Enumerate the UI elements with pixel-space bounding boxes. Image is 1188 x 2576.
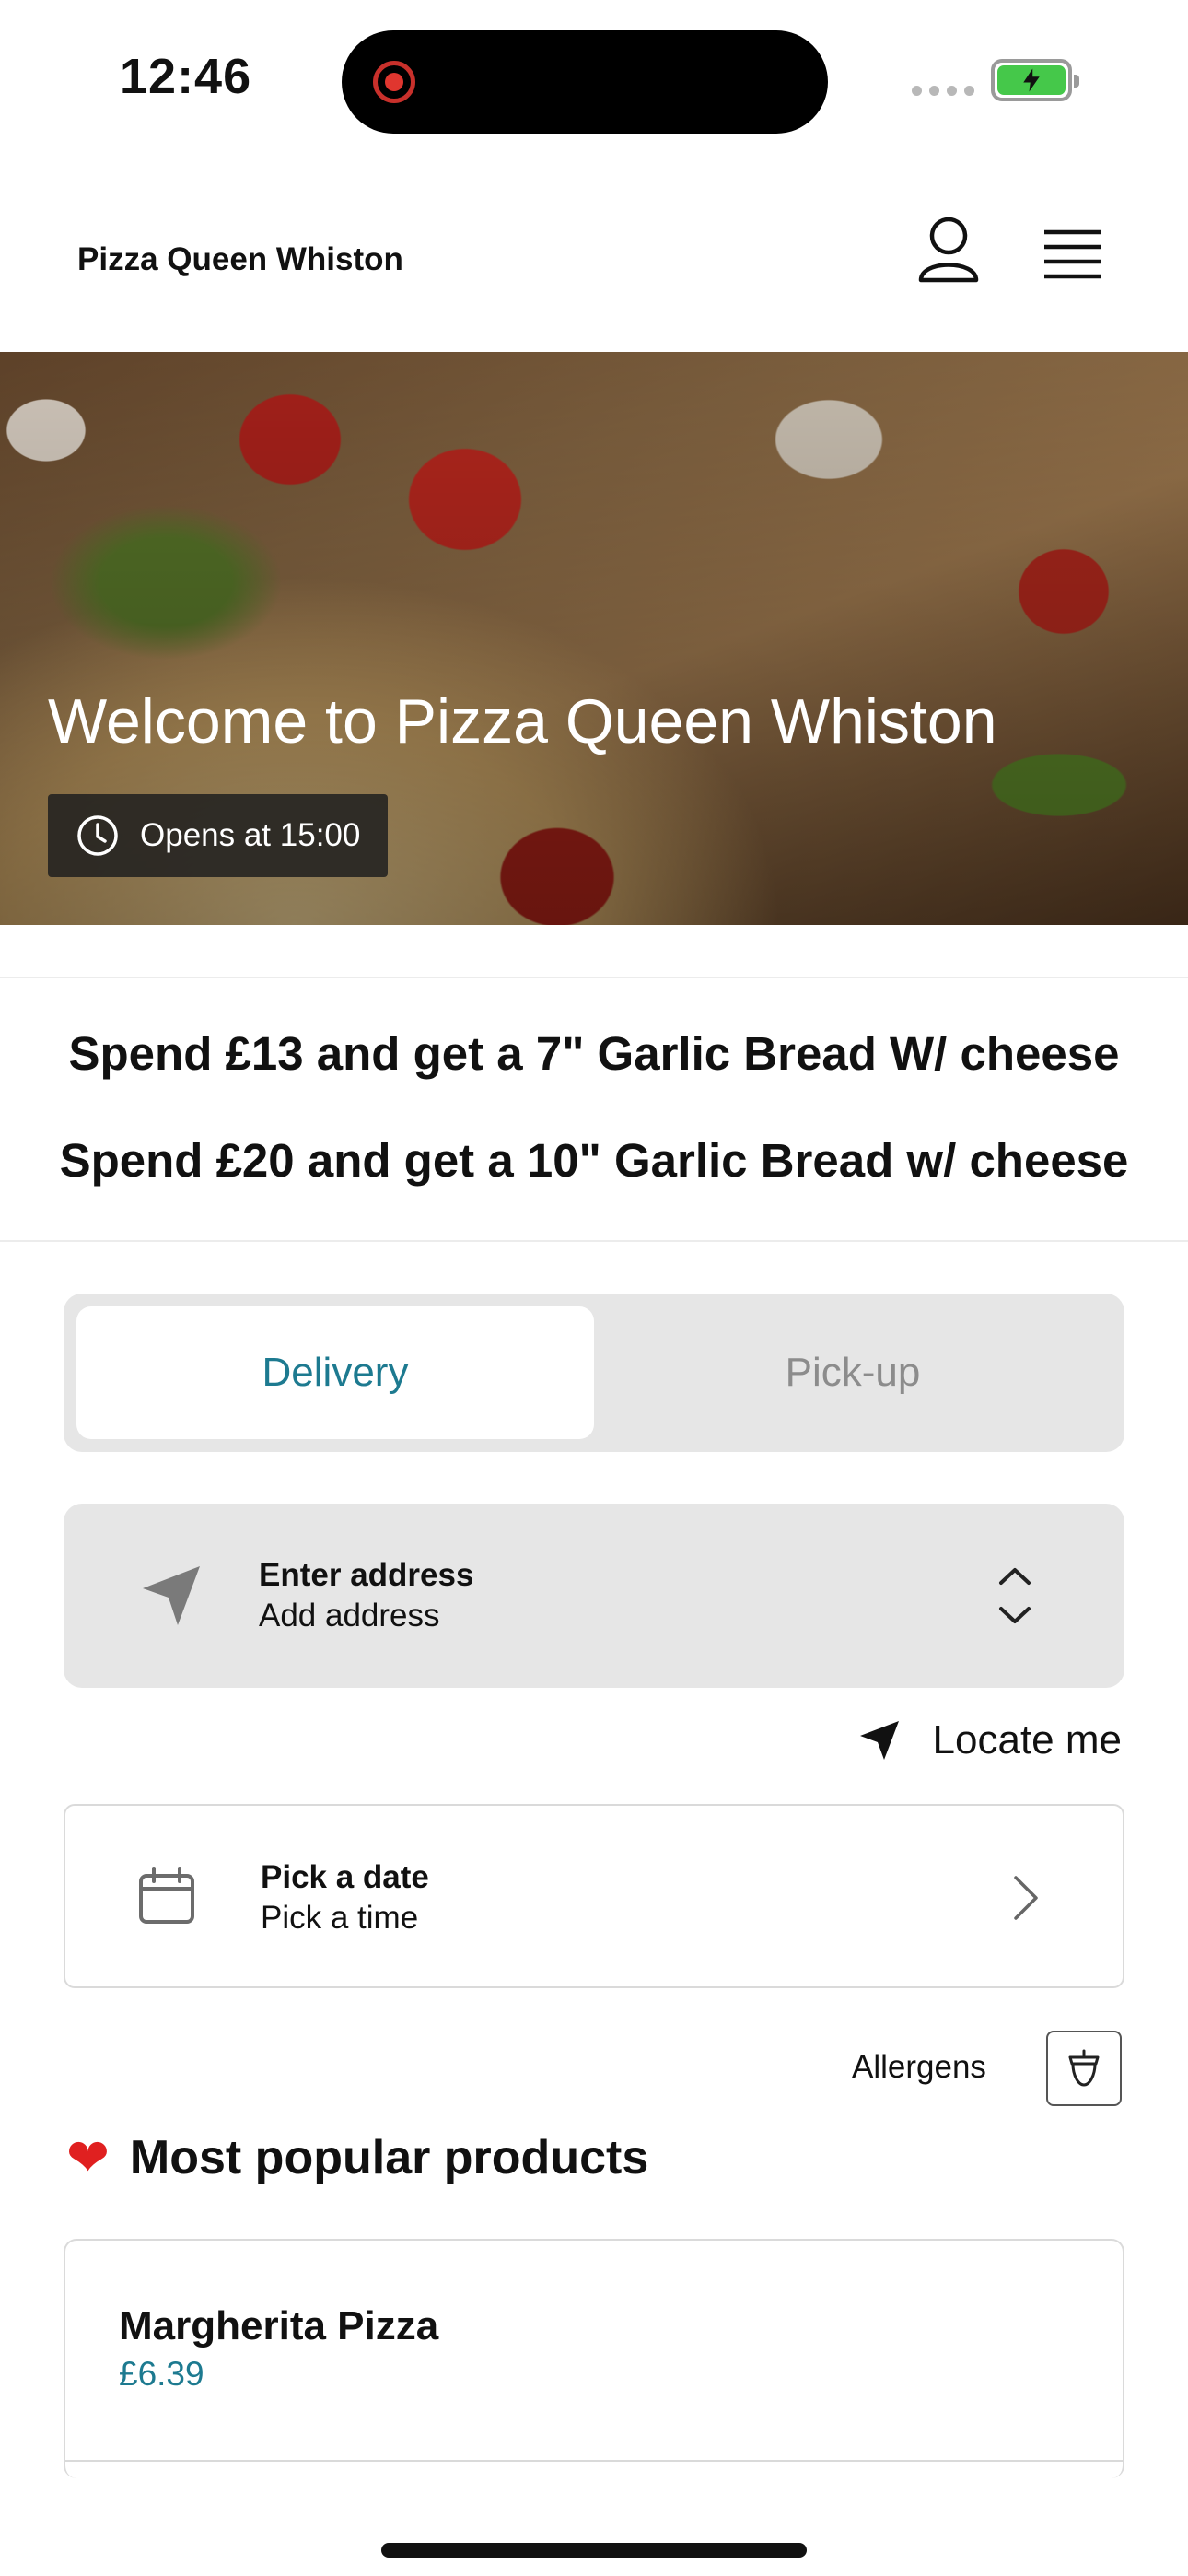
app-header: Pizza Queen Whiston	[0, 157, 1188, 352]
address-label: Enter address	[259, 1557, 474, 1593]
home-indicator[interactable]	[381, 2543, 807, 2558]
allergens-label: Allergens	[852, 2049, 986, 2085]
address-value: Add address	[259, 1598, 440, 1633]
product-name: Margherita Pizza	[119, 2303, 439, 2348]
chevron-up-down-icon	[999, 1568, 1031, 1623]
signal-icon	[912, 86, 974, 96]
navigation-arrow-icon	[143, 1566, 200, 1625]
dynamic-island	[342, 30, 828, 134]
allergens-button[interactable]	[1046, 2031, 1122, 2106]
promo-banner: Spend £13 and get a 7" Garlic Bread W/ c…	[0, 977, 1188, 1242]
account-icon[interactable]	[912, 214, 985, 287]
divider	[65, 2460, 1123, 2462]
tab-pickup[interactable]: Pick-up	[594, 1306, 1112, 1439]
chevron-right-icon	[1014, 1876, 1038, 1920]
status-bar: 12:46	[0, 0, 1188, 157]
address-selector[interactable]: Enter address Add address	[64, 1504, 1124, 1688]
schedule-picker[interactable]: Pick a date Pick a time	[64, 1804, 1124, 1988]
date-label: Pick a date	[261, 1859, 429, 1895]
order-mode-toggle: Delivery Pick-up	[64, 1294, 1124, 1452]
brand-name[interactable]: Pizza Queen Whiston	[77, 241, 403, 278]
product-card[interactable]: Margherita Pizza £6.39	[64, 2239, 1124, 2478]
locate-me-label: Locate me	[932, 1717, 1122, 1762]
time-value: Pick a time	[261, 1900, 419, 1936]
heart-icon: ❤	[66, 2128, 110, 2186]
clock-icon	[77, 815, 118, 856]
status-time: 12:46	[120, 49, 252, 104]
promo-line-2: Spend £20 and get a 10" Garlic Bread w/ …	[59, 1134, 1129, 1187]
location-arrow-icon	[859, 1721, 899, 1760]
product-price: £6.39	[119, 2355, 204, 2393]
promo-line-1: Spend £13 and get a 7" Garlic Bread W/ c…	[68, 1027, 1120, 1080]
locate-me-button[interactable]: Locate me	[857, 1717, 1122, 1763]
popular-section-title: ❤ Most popular products	[66, 2130, 648, 2185]
hero-banner: Welcome to Pizza Queen Whiston Opens at …	[0, 352, 1188, 925]
recording-icon	[373, 61, 415, 103]
battery-icon	[991, 59, 1079, 101]
hero-title: Welcome to Pizza Queen Whiston	[48, 686, 997, 756]
opening-hours-text: Opens at 15:00	[140, 817, 361, 853]
tab-delivery[interactable]: Delivery	[76, 1306, 594, 1439]
popular-title-text: Most popular products	[129, 2131, 649, 2184]
acorn-icon	[1068, 2049, 1100, 2087]
opening-hours-badge: Opens at 15:00	[48, 794, 389, 877]
menu-icon[interactable]	[1041, 227, 1105, 282]
calendar-icon	[139, 1867, 194, 1924]
